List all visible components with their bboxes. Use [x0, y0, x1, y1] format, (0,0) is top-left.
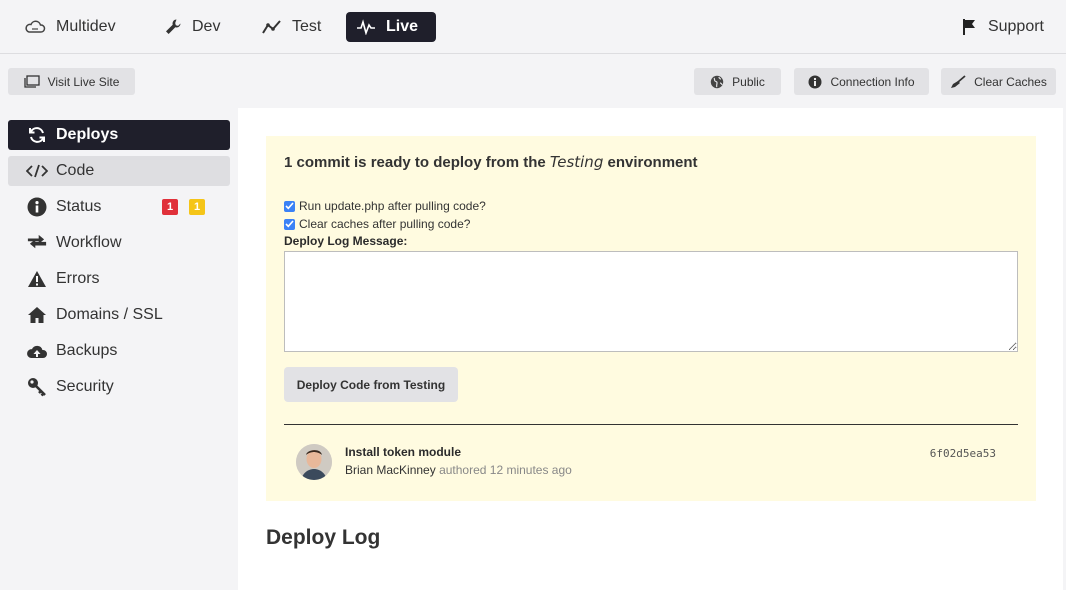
- broom-icon: [951, 74, 966, 88]
- commit-author: Brian MacKinney: [345, 463, 436, 477]
- tab-live-label: Live: [386, 18, 419, 35]
- connection-info-label: Connection Info: [830, 74, 915, 89]
- sidebar-item-label: Status: [56, 198, 102, 215]
- exchange-icon: [26, 233, 48, 253]
- tab-multidev-label: Multidev: [56, 18, 116, 35]
- clear-caches-option-label: Clear caches after pulling code?: [299, 217, 471, 231]
- sidebar-item-code[interactable]: Code: [8, 156, 230, 186]
- status-warning-badge[interactable]: 1: [189, 199, 205, 215]
- tab-live[interactable]: Live: [346, 12, 436, 42]
- commit-title: Install token module: [345, 445, 462, 459]
- sidebar-item-workflow[interactable]: Workflow: [8, 228, 230, 258]
- deploy-panel-title: 1 commit is ready to deploy from the Tes…: [284, 153, 698, 171]
- sidebar-item-deploys[interactable]: Deploys: [8, 120, 230, 150]
- deploy-panel: 1 commit is ready to deploy from the Tes…: [266, 136, 1036, 501]
- commit-time: authored 12 minutes ago: [439, 463, 572, 477]
- trend-icon: [262, 20, 281, 34]
- tab-test[interactable]: Test: [252, 12, 331, 42]
- support-label: Support: [987, 18, 1044, 35]
- info-icon: [26, 197, 48, 217]
- public-button[interactable]: Public: [694, 68, 781, 95]
- sidebar-item-security[interactable]: Security: [8, 372, 230, 402]
- update-php-label: Run update.php after pulling code?: [299, 199, 486, 213]
- home-icon: [26, 305, 48, 325]
- key-icon: [26, 377, 48, 397]
- info-circle-icon: [808, 75, 822, 88]
- sidebar-item-label: Security: [56, 378, 114, 395]
- visit-live-site-label: Visit Live Site: [47, 74, 120, 89]
- main-content: 1 commit is ready to deploy from the Tes…: [238, 108, 1063, 590]
- flag-icon: [962, 19, 975, 35]
- support-link[interactable]: Support: [962, 12, 1044, 42]
- visit-live-site-button[interactable]: Visit Live Site: [8, 68, 135, 95]
- sidebar: Deploys Code Status 1 1 Workflow Errors …: [0, 108, 238, 590]
- cloud-upload-icon: [26, 341, 48, 361]
- cloud-icon: [25, 20, 46, 33]
- sidebar-item-errors[interactable]: Errors: [8, 264, 230, 294]
- sync-icon: [26, 125, 48, 145]
- commit-meta: Brian MacKinney authored 12 minutes ago: [345, 463, 572, 477]
- site-toolbar: Visit Live Site Public Connection Info C…: [0, 54, 1066, 108]
- deploy-log-message-label: Deploy Log Message:: [284, 234, 408, 248]
- tab-test-label: Test: [292, 18, 322, 35]
- deploy-log-heading: Deploy Log: [266, 526, 381, 549]
- clear-caches-button[interactable]: Clear Caches: [941, 68, 1056, 95]
- clear-caches-checkbox[interactable]: [284, 218, 295, 230]
- public-label: Public: [732, 74, 765, 89]
- status-error-badge[interactable]: 1: [162, 199, 178, 215]
- globe-icon: [710, 75, 724, 88]
- tab-dev[interactable]: Dev: [154, 12, 230, 42]
- sidebar-item-domains[interactable]: Domains / SSL: [8, 300, 230, 330]
- sidebar-item-label: Code: [56, 162, 95, 179]
- sidebar-item-label: Domains / SSL: [56, 306, 163, 323]
- update-php-checkbox[interactable]: [284, 200, 295, 212]
- environment-tabs-bar: Multidev Dev Test Live Support: [0, 0, 1066, 54]
- code-icon: [26, 161, 48, 181]
- divider: [284, 424, 1018, 425]
- sidebar-item-label: Backups: [56, 342, 118, 359]
- deploy-code-button[interactable]: Deploy Code from Testing: [284, 367, 458, 402]
- tab-multidev[interactable]: Multidev: [14, 12, 126, 42]
- sidebar-item-label: Errors: [56, 270, 100, 287]
- clear-caches-label: Clear Caches: [974, 74, 1047, 89]
- update-php-option: Run update.php after pulling code?: [284, 199, 486, 213]
- deploy-log-message-textarea[interactable]: [284, 251, 1018, 352]
- clear-caches-option: Clear caches after pulling code?: [284, 217, 470, 231]
- wrench-icon: [166, 19, 181, 34]
- sidebar-item-label: Deploys: [56, 126, 119, 143]
- commit-hash[interactable]: 6f02d5ea53: [930, 447, 996, 460]
- warning-icon: [26, 269, 48, 289]
- sidebar-item-status[interactable]: Status 1 1: [8, 192, 230, 222]
- avatar: [296, 444, 332, 480]
- title-suffix: environment: [607, 154, 698, 171]
- connection-info-button[interactable]: Connection Info: [794, 68, 929, 95]
- sidebar-item-backups[interactable]: Backups: [8, 336, 230, 366]
- title-env: Testing: [549, 153, 604, 171]
- pulse-icon: [357, 19, 375, 35]
- sidebar-item-label: Workflow: [56, 234, 122, 251]
- tab-dev-label: Dev: [192, 18, 221, 35]
- window-icon: [23, 75, 40, 88]
- title-prefix: 1 commit is ready to deploy from the: [284, 154, 546, 171]
